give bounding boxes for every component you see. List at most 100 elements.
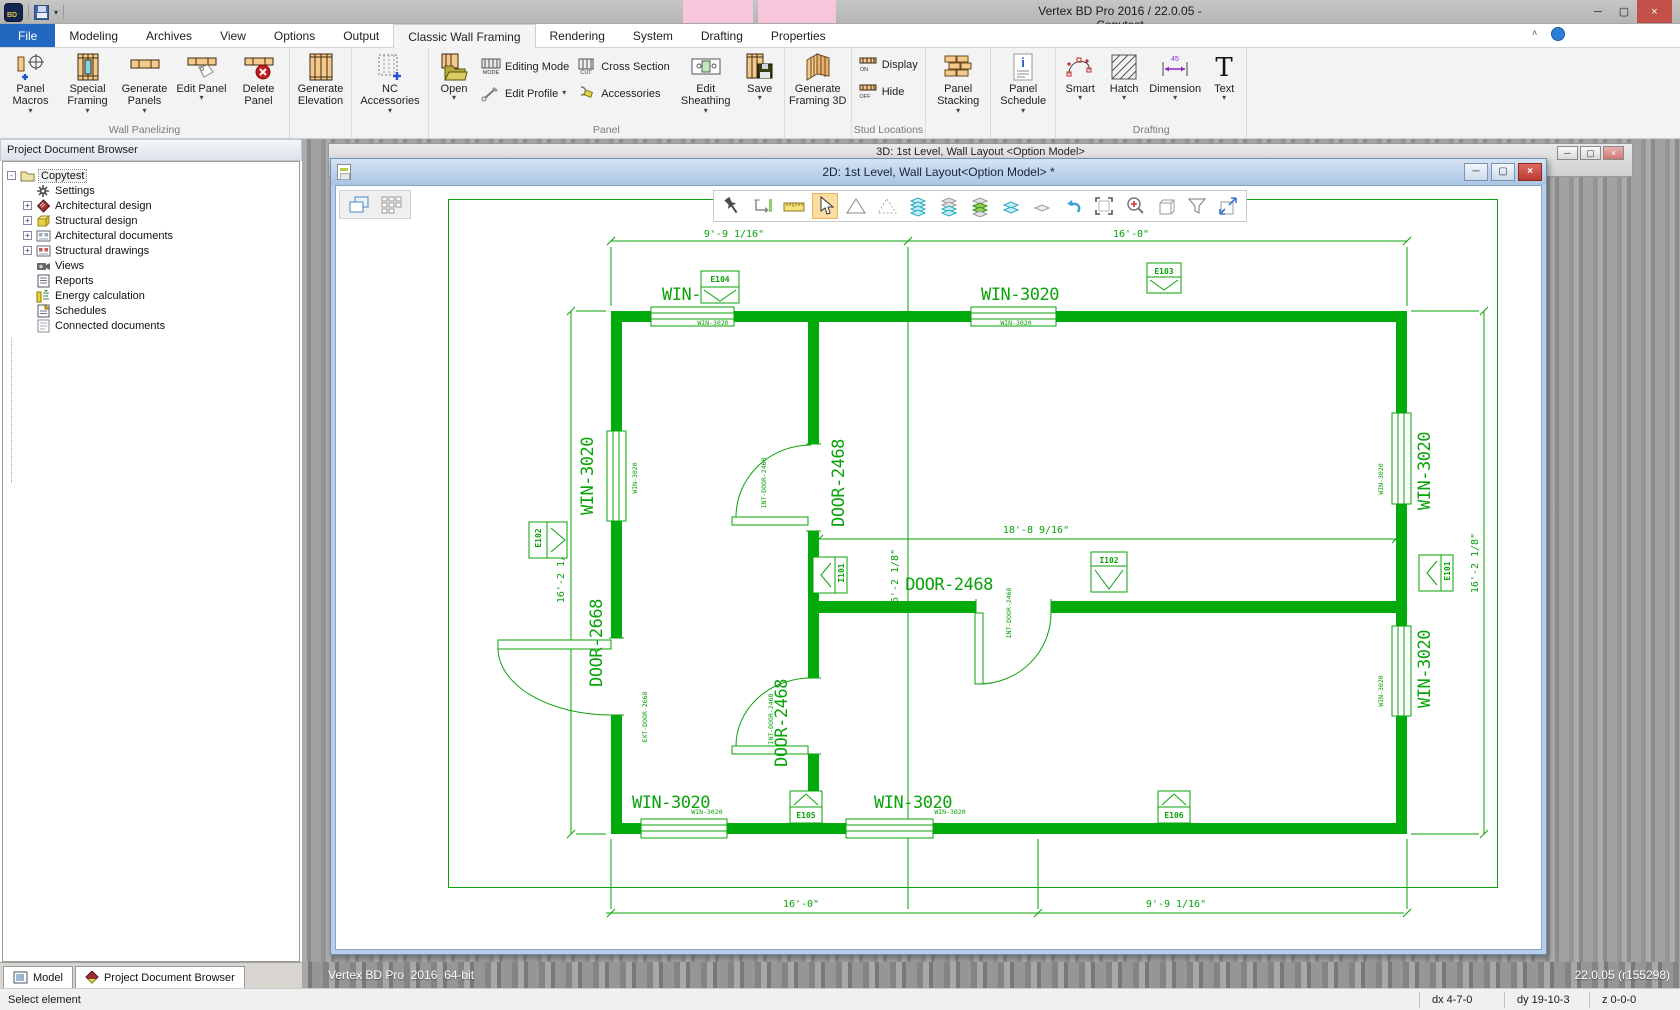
hatch-button[interactable]: Hatch▾ [1102, 49, 1146, 102]
app-version-text: Vertex BD Pro 2016 64-bit [328, 968, 474, 982]
tree-item-structural-design[interactable]: + Structural design [3, 213, 299, 228]
layers-active-button[interactable] [968, 194, 992, 218]
dim-label: 16'-0" [783, 899, 819, 910]
tab-view[interactable]: View [206, 24, 260, 47]
tree-item-structural-drawings[interactable]: + Structural drawings [3, 243, 299, 258]
collapse-ribbon-icon[interactable]: ˄ [1532, 28, 1537, 38]
display-button[interactable]: ON Display [858, 56, 918, 73]
generate-framing-3d-button[interactable]: Generate Framing 3D [787, 49, 849, 108]
tab-project-document-browser[interactable]: Project Document Browser [75, 966, 245, 988]
tab-drafting[interactable]: Drafting [687, 24, 757, 47]
tree-item-architectural-design[interactable]: + Architectural design [3, 198, 299, 213]
collapse-icon[interactable]: - [7, 171, 16, 180]
polygon-dashed-tool-button[interactable] [875, 194, 899, 218]
layer-single-button[interactable] [1030, 194, 1054, 218]
layers-all-button[interactable] [906, 194, 930, 218]
tab-properties[interactable]: Properties [757, 24, 840, 47]
expand-icon[interactable]: + [23, 216, 32, 225]
window-2d-title-bar[interactable]: 2D: 1st Level, Wall Layout<Option Model>… [331, 159, 1546, 185]
tab-model[interactable]: Model [3, 966, 73, 988]
drawing-client-area[interactable]: 9'-9 1/16" 16'-0" 16'-0" 9'-9 1/16" 16'-… [335, 185, 1542, 950]
quick-access-dropdown-icon[interactable]: ▾ [54, 8, 58, 17]
measure-tool-button[interactable] [782, 194, 806, 218]
editing-mode-button[interactable]: MODE Editing Mode [481, 58, 569, 75]
layers-two-button[interactable] [999, 194, 1023, 218]
special-framing-button[interactable]: Special Framing▾ [59, 49, 116, 114]
window-2d-minimize-button[interactable]: ─ [1464, 163, 1488, 181]
window-3d-close-button[interactable]: × [1603, 146, 1624, 160]
tab-classic-wall-framing[interactable]: Classic Wall Framing [393, 24, 535, 48]
cascade-windows-button[interactable] [346, 193, 372, 216]
tree-item-views[interactable]: Views [3, 258, 299, 273]
panel-macros-button[interactable]: Panel Macros▾ [2, 49, 59, 114]
tree-item-schedules[interactable]: Schedules [3, 303, 299, 318]
generate-panels-button[interactable]: Generate Panels▾ [116, 49, 173, 114]
nc-accessories-button[interactable]: NC Accessories▾ [354, 49, 426, 114]
drawing-canvas[interactable]: 9'-9 1/16" 16'-0" 16'-0" 9'-9 1/16" 16'-… [336, 186, 1542, 950]
tree-item-copytest[interactable]: - Copytest [3, 168, 299, 183]
tab-options[interactable]: Options [260, 24, 329, 47]
app-logo-icon[interactable]: BD [4, 3, 23, 22]
window-2d-maximize-button[interactable]: ▢ [1491, 163, 1515, 181]
expand-icon[interactable]: + [23, 201, 32, 210]
tag-e105: E105 [790, 791, 822, 823]
element-labels[interactable]: WIN-3020 WIN-3020 WIN-3020 WIN-3020 WIN-… [578, 285, 1435, 816]
maximize-button[interactable]: ▢ [1611, 0, 1637, 23]
tree-item-connected-documents[interactable]: Connected documents [3, 318, 299, 333]
status-message: Select element [0, 994, 81, 1006]
accessories-button[interactable]: Accessories [577, 85, 669, 102]
dimension-button[interactable]: 45 Dimension▾ [1146, 49, 1204, 102]
minimize-button[interactable]: ─ [1585, 0, 1611, 23]
pin-toolbar-button[interactable] [720, 194, 744, 218]
edit-sheathing-button[interactable]: Edit Sheathing▾ [674, 49, 738, 114]
cross-section-button[interactable]: CUT Cross Section [577, 58, 669, 75]
generate-elevation-button[interactable]: Generate Elevation [292, 49, 349, 108]
view-3d-button[interactable] [1154, 194, 1178, 218]
tab-archives[interactable]: Archives [132, 24, 206, 47]
undo-button[interactable] [1061, 194, 1085, 218]
text-icon: T [1208, 52, 1240, 82]
window-label: WIN-3020 [1415, 630, 1435, 708]
filter-button[interactable] [1185, 194, 1209, 218]
zoom-window-button[interactable] [1092, 194, 1116, 218]
zoom-in-button[interactable] [1123, 194, 1147, 218]
tab-system[interactable]: System [619, 24, 687, 47]
tree-item-energy-calculation[interactable]: Energy calculation [3, 288, 299, 303]
close-button[interactable]: × [1637, 0, 1672, 23]
tab-rendering[interactable]: Rendering [536, 24, 619, 47]
edit-profile-button[interactable]: Edit Profile▾ [481, 85, 569, 102]
window-2d-close-button[interactable]: × [1518, 163, 1542, 181]
help-icon[interactable] [1551, 27, 1565, 41]
window-2d[interactable]: 2D: 1st Level, Wall Layout<Option Model>… [330, 158, 1547, 955]
door-label: DOOR-2468 [829, 439, 849, 527]
expand-icon[interactable]: + [23, 246, 32, 255]
offset-tool-button[interactable] [751, 194, 775, 218]
edit-panel-button[interactable]: Edit Panel▾ [173, 49, 230, 102]
open-button[interactable]: Open▾ [431, 49, 477, 102]
tile-windows-button[interactable] [378, 193, 404, 216]
layers-mixed-button[interactable] [937, 194, 961, 218]
tab-modeling[interactable]: Modeling [55, 24, 132, 47]
walls[interactable] [611, 311, 1407, 834]
tree-item-reports[interactable]: Reports [3, 273, 299, 288]
window-symbols[interactable] [607, 307, 1411, 838]
save-icon[interactable] [34, 5, 49, 20]
select-tool-button[interactable] [813, 194, 837, 218]
export-view-button[interactable] [1216, 194, 1240, 218]
hide-button[interactable]: OFF Hide [858, 83, 918, 100]
expand-icon[interactable]: + [23, 231, 32, 240]
polygon-tool-button[interactable] [844, 194, 868, 218]
smart-button[interactable]: Smart▾ [1058, 49, 1102, 102]
reference-tags[interactable]: E104 E103 I102 E105 E106 E102 I101 E101 [529, 263, 1453, 823]
tree-item-architectural-documents[interactable]: + Architectural documents [3, 228, 299, 243]
panel-schedule-button[interactable]: i Panel Schedule▾ [993, 49, 1053, 114]
tab-output[interactable]: Output [329, 24, 393, 47]
text-button[interactable]: T Text▾ [1204, 49, 1244, 102]
save-button[interactable]: Save▾ [738, 49, 782, 102]
tab-file[interactable]: File [0, 24, 55, 47]
delete-panel-button[interactable]: Delete Panel [230, 49, 287, 108]
window-3d-maximize-button[interactable]: ▢ [1580, 146, 1601, 160]
window-3d-minimize-button[interactable]: ─ [1557, 146, 1578, 160]
panel-stacking-button[interactable]: Panel Stacking▾ [928, 49, 988, 114]
tree-item-settings[interactable]: Settings [3, 183, 299, 198]
